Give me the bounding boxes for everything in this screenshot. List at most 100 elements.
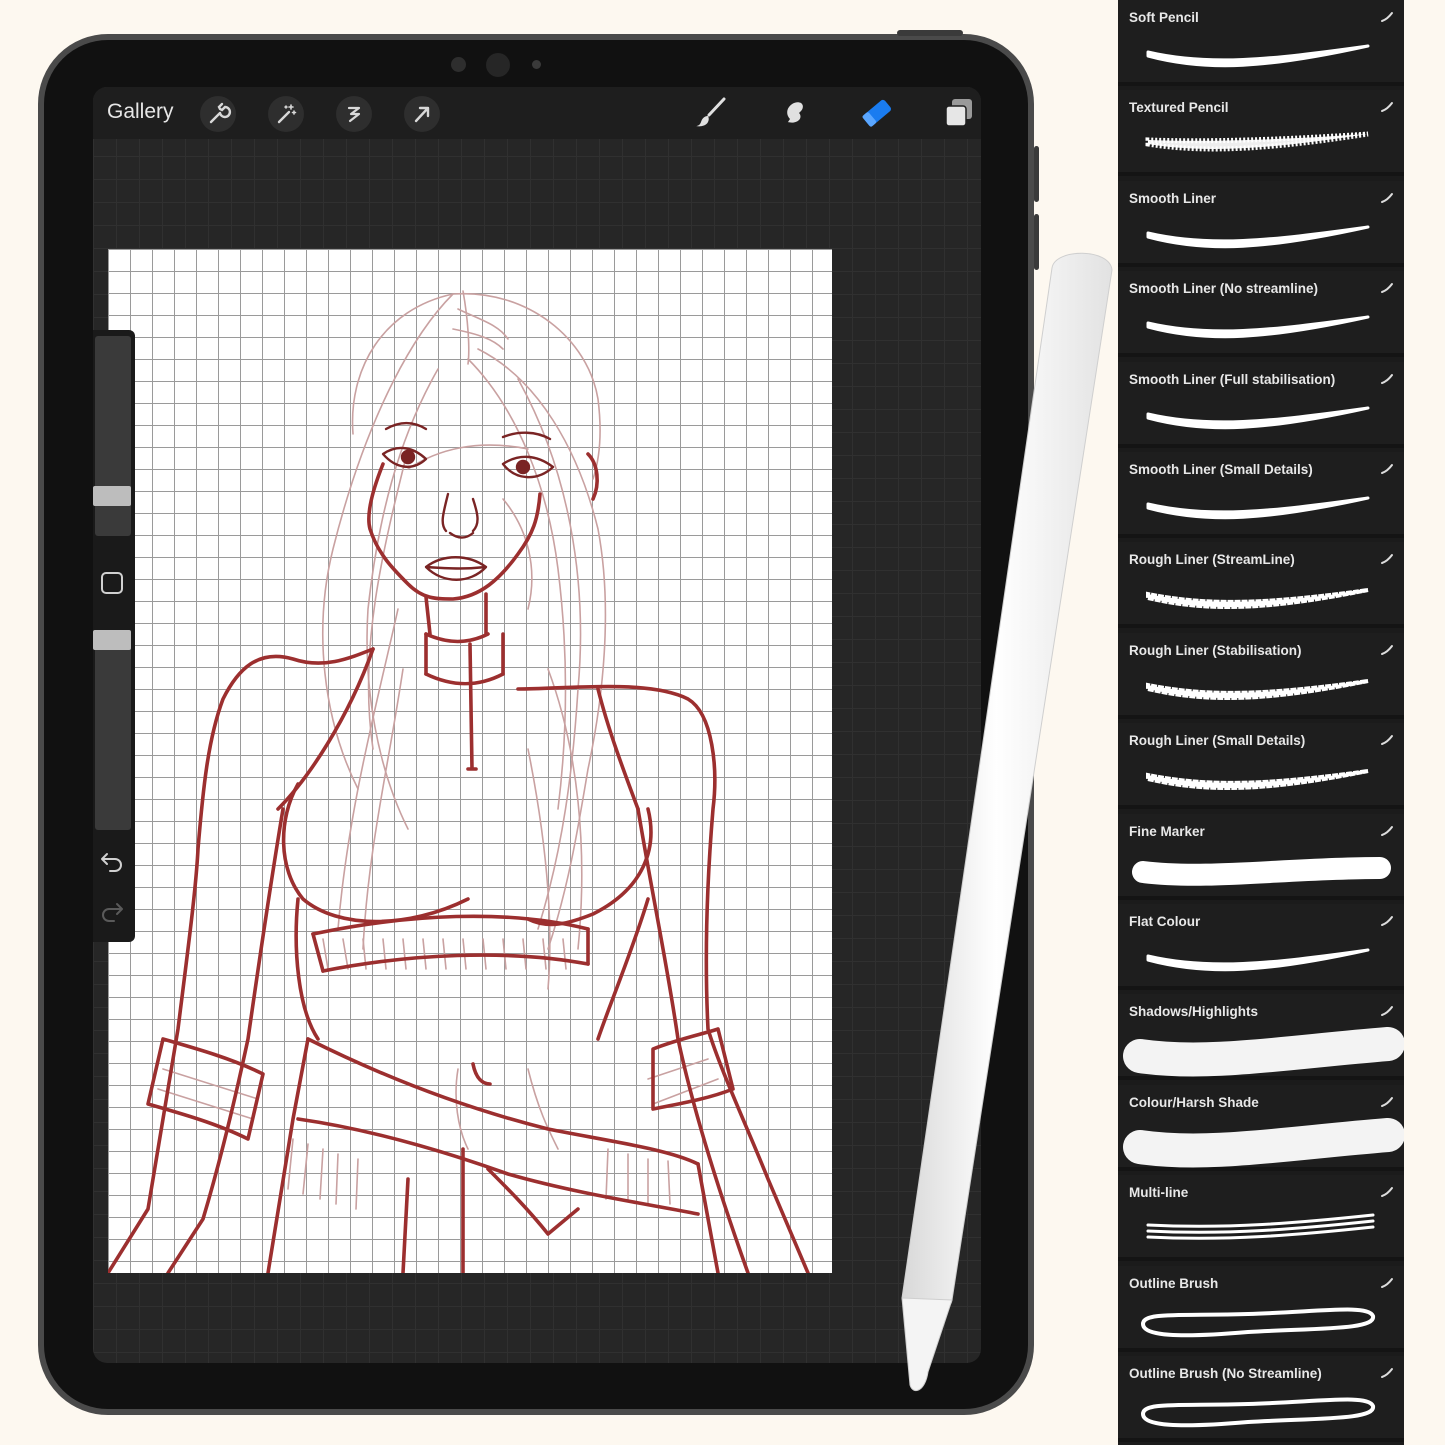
chest-left xyxy=(281,782,470,924)
brush-name: Shadows/Highlights xyxy=(1129,1004,1259,1020)
brush-item[interactable]: Rough Liner (StreamLine) xyxy=(1118,542,1404,629)
brush-name: Smooth Liner (Small Details) xyxy=(1129,462,1313,477)
brush-item[interactable]: Smooth Liner (Small Details) xyxy=(1118,452,1404,538)
neck-left xyxy=(424,595,432,636)
brush-item[interactable]: Shadows/Highlights xyxy=(1118,994,1404,1081)
magic-wand-icon[interactable] xyxy=(268,96,304,132)
brush-item[interactable]: Soft Pencil xyxy=(1118,0,1404,86)
undo-icon[interactable] xyxy=(99,848,125,874)
edit-brush-icon[interactable] xyxy=(1380,552,1394,565)
brush-stroke-preview xyxy=(1118,299,1404,355)
wrench-icon[interactable] xyxy=(200,96,236,132)
waist-left xyxy=(294,897,320,1041)
edit-brush-icon[interactable] xyxy=(1380,643,1394,655)
edit-brush-icon[interactable] xyxy=(1380,733,1394,746)
brush-name: Smooth Liner (Full stabilisation) xyxy=(1129,371,1336,387)
drawing-canvas[interactable] xyxy=(108,249,832,1273)
edit-brush-icon[interactable] xyxy=(1380,191,1394,203)
redo-icon[interactable] xyxy=(99,898,125,924)
brush-library-panel: Soft Pencil Textured Pencil Smooth Liner Sm… xyxy=(1118,0,1404,1445)
modify-square-icon[interactable] xyxy=(99,570,125,596)
edit-brush-icon[interactable] xyxy=(1380,1276,1394,1288)
brush-item[interactable]: Multi-line xyxy=(1118,1175,1404,1262)
brush-icon[interactable] xyxy=(693,95,729,131)
brush-stroke-preview xyxy=(1118,1294,1404,1350)
smudge-icon[interactable] xyxy=(776,95,812,131)
brush-item[interactable]: Textured Pencil xyxy=(1118,90,1404,177)
edit-brush-icon[interactable] xyxy=(1380,462,1394,474)
left-shoulder xyxy=(108,647,375,1273)
left-arm-inner xyxy=(166,807,285,1273)
left-sidebar xyxy=(93,330,135,942)
edit-brush-icon[interactable] xyxy=(1380,100,1394,113)
ipad-light-sensor xyxy=(532,60,541,69)
brush-item[interactable]: Flat Colour xyxy=(1118,904,1404,990)
edit-brush-icon[interactable] xyxy=(1380,914,1394,926)
ipad-camera xyxy=(486,53,510,77)
brush-item[interactable]: Smooth Liner (Full stabilisation) xyxy=(1118,361,1404,448)
eraser-icon[interactable] xyxy=(859,95,895,131)
ipad-volume-down-button xyxy=(1034,214,1039,270)
brush-item[interactable]: Smooth Liner xyxy=(1118,180,1404,267)
brush-stroke-preview xyxy=(1118,751,1404,807)
edit-brush-icon[interactable] xyxy=(1380,1004,1394,1017)
hair-part xyxy=(462,290,470,365)
brush-stroke-preview xyxy=(1118,28,1404,84)
brush-stroke-preview xyxy=(1118,390,1404,446)
gallery-button[interactable]: Gallery xyxy=(107,100,174,124)
ipad-volume-up-button xyxy=(1034,146,1039,202)
edit-brush-icon[interactable] xyxy=(1380,372,1394,384)
procreate-screen: Gallery xyxy=(93,87,981,1363)
transform-arrow-icon[interactable] xyxy=(404,96,440,132)
opacity-thumb[interactable] xyxy=(93,630,131,650)
brush-name: Soft Pencil xyxy=(1129,10,1199,25)
brush-item[interactable]: Rough Liner (Stabilisation) xyxy=(1118,632,1404,719)
abs-guide xyxy=(455,1068,559,1150)
brush-size-slider[interactable] xyxy=(93,336,131,536)
brush-item[interactable]: Fine Marker xyxy=(1118,813,1404,900)
nose xyxy=(441,492,479,539)
brush-stroke-preview xyxy=(1118,118,1404,174)
right-pupil xyxy=(515,459,531,475)
brush-stroke-preview xyxy=(1118,842,1404,898)
brush-stroke-preview xyxy=(1118,570,1404,626)
edit-brush-icon[interactable] xyxy=(1380,281,1394,294)
edit-brush-icon[interactable] xyxy=(1380,824,1394,836)
hair-right-inner xyxy=(467,358,567,810)
edit-brush-icon[interactable] xyxy=(1380,1095,1394,1107)
navel xyxy=(471,1062,492,1086)
edit-brush-icon[interactable] xyxy=(1380,1366,1394,1378)
left-pupil xyxy=(400,449,416,465)
brush-name: Fine Marker xyxy=(1129,823,1205,839)
edit-brush-icon[interactable] xyxy=(1380,1185,1394,1198)
brush-stroke-preview xyxy=(1118,1022,1404,1078)
brush-item[interactable]: Outline Brush xyxy=(1118,1265,1404,1352)
brush-stroke-preview xyxy=(1118,1203,1404,1259)
ear xyxy=(586,452,599,501)
hair-long-right xyxy=(527,668,583,990)
opacity-slider[interactable] xyxy=(93,630,131,830)
brush-size-thumb[interactable] xyxy=(93,486,131,506)
brush-item[interactable]: Colour/Harsh Shade xyxy=(1118,1084,1404,1171)
collar-top xyxy=(424,632,490,644)
brush-name: Rough Liner (Stabilisation) xyxy=(1129,642,1302,658)
right-eyebrow xyxy=(501,431,552,441)
layers-icon[interactable] xyxy=(941,95,977,131)
brush-name: Outline Brush xyxy=(1129,1275,1219,1291)
brush-stroke-preview xyxy=(1118,480,1404,536)
pants-left-leg xyxy=(266,1037,310,1273)
brush-item[interactable]: Smooth Liner (No streamline) xyxy=(1118,271,1404,358)
edit-brush-icon[interactable] xyxy=(1380,10,1394,22)
brush-name: Smooth Liner (No streamline) xyxy=(1129,281,1319,297)
top-band-bottom xyxy=(321,953,590,973)
lips xyxy=(424,556,488,581)
selection-icon[interactable] xyxy=(336,96,372,132)
brush-stroke-preview xyxy=(1118,932,1404,988)
brush-name: Colour/Harsh Shade xyxy=(1129,1094,1259,1110)
sketch-drawing xyxy=(108,290,810,1273)
brush-item[interactable]: Rough Liner (Small Details) xyxy=(1118,723,1404,810)
ipad-sensor xyxy=(451,57,466,72)
right-sleeve-seam xyxy=(596,687,640,811)
brush-item[interactable]: Outline Brush (No Streamline) xyxy=(1118,1356,1404,1442)
right-arm-inner xyxy=(636,807,750,1273)
